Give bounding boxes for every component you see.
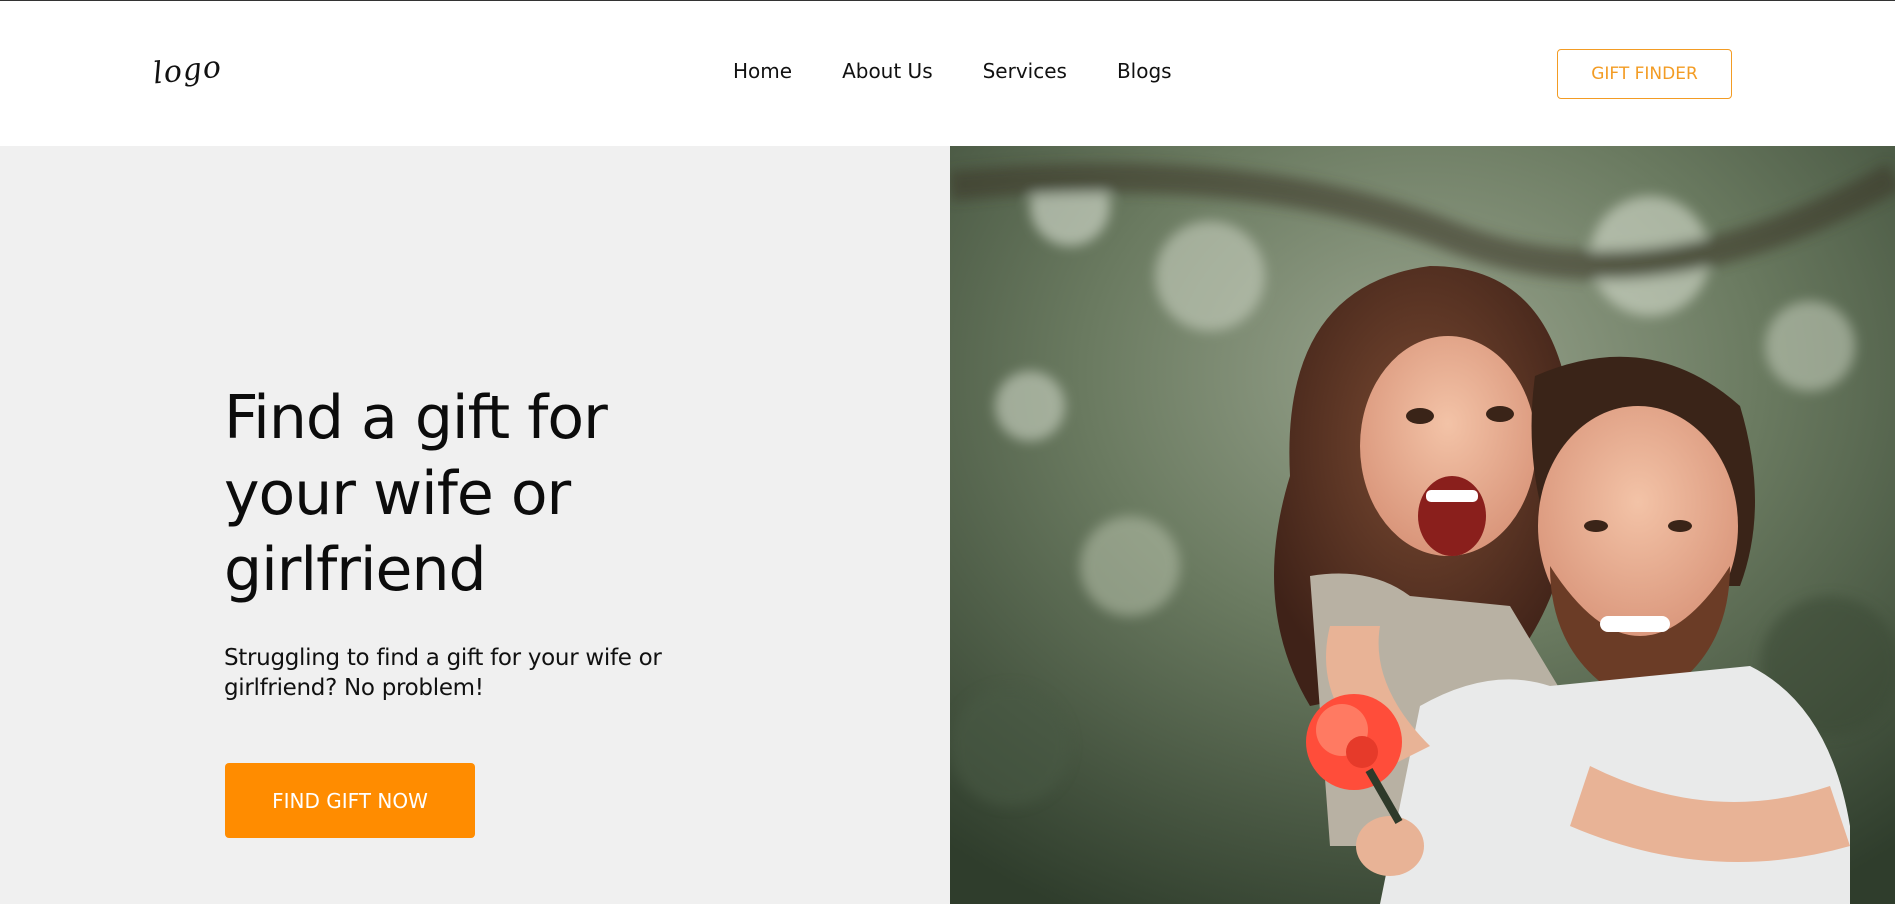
site-logo[interactable]: logo xyxy=(151,49,223,91)
find-gift-now-button[interactable]: FIND GIFT NOW xyxy=(225,763,475,838)
nav-blogs[interactable]: Blogs xyxy=(1117,59,1172,83)
nav-about-us[interactable]: About Us xyxy=(842,59,933,83)
site-header: logo Home About Us Services Blogs GIFT F… xyxy=(0,1,1895,146)
nav-services[interactable]: Services xyxy=(983,59,1067,83)
gift-finder-button[interactable]: GIFT FINDER xyxy=(1557,49,1732,99)
hero-title: Find a gift for your wife or girlfriend xyxy=(224,383,608,605)
main-nav: Home About Us Services Blogs xyxy=(733,59,1172,83)
hero-subtitle: Struggling to find a gift for your wife … xyxy=(224,645,662,701)
nav-home[interactable]: Home xyxy=(733,59,792,83)
couple-photo xyxy=(950,146,1895,904)
